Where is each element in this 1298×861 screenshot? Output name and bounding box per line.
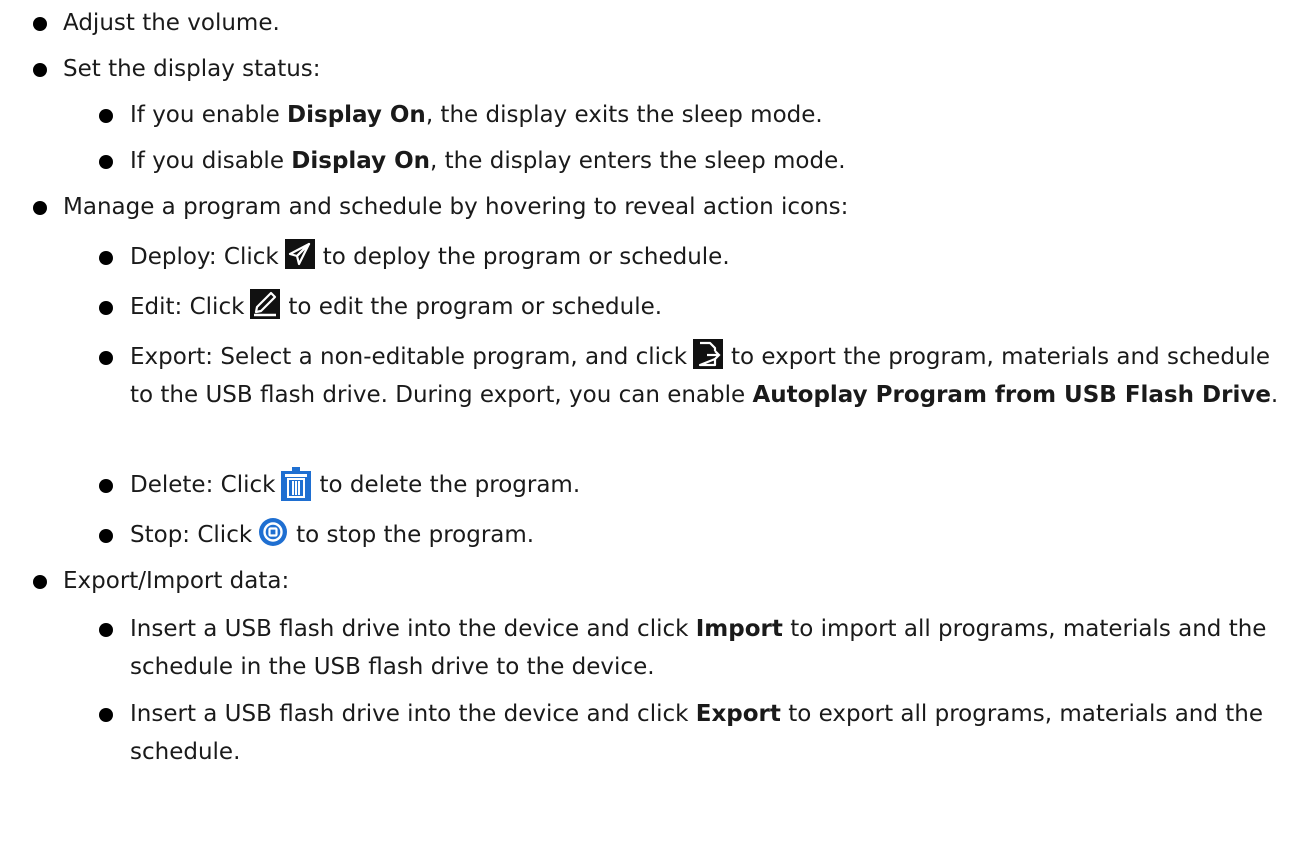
bullet [99, 251, 113, 265]
bullet [33, 63, 47, 77]
bullet [33, 201, 47, 215]
trash-icon [281, 466, 312, 501]
item-text: Export: Select a non-editable program, a… [130, 338, 1285, 414]
bullet [99, 708, 113, 722]
pencil-icon [250, 288, 281, 319]
item-text: Insert a USB flash drive into the device… [130, 701, 1264, 765]
stop-circle-icon [258, 517, 288, 547]
bullet [99, 623, 113, 637]
item-text: If you enable Display On, the display ex… [130, 102, 823, 128]
bullet [99, 301, 113, 315]
bullet [99, 109, 113, 123]
item-text: Deploy: Click to deploy the program or sc… [130, 238, 1285, 276]
paper-plane-icon [284, 238, 315, 269]
bullet [99, 155, 113, 169]
bullet [99, 351, 113, 365]
export-file-icon [693, 338, 724, 369]
bullet [99, 529, 113, 543]
item-text: Stop: Click to stop the program. [130, 516, 1285, 554]
item-text: If you disable Display On, the display e… [130, 148, 846, 174]
bullet [33, 17, 47, 31]
item-text: Edit: Click to edit the program or schedu… [130, 288, 1285, 326]
bullet [99, 479, 113, 493]
item-text: Delete: Click to delete the program. [130, 466, 1285, 504]
bullet [33, 575, 47, 589]
item-text: Insert a USB flash drive into the device… [130, 616, 1267, 680]
